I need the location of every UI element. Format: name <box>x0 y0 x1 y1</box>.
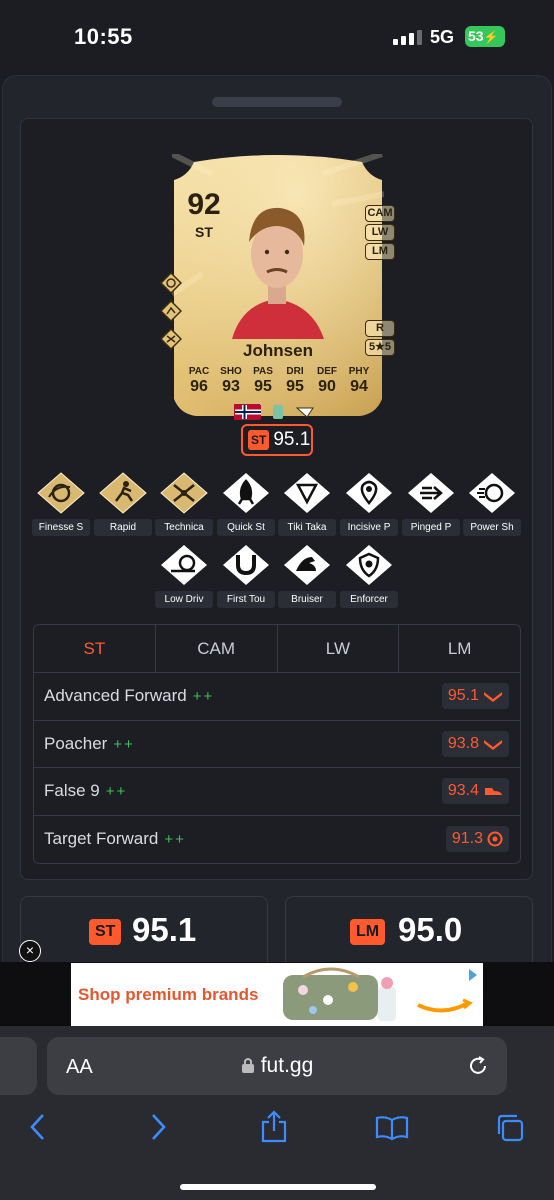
rapid-mini-icon <box>160 300 182 322</box>
role-score: 93.8 <box>441 730 509 757</box>
chevron-icon <box>484 739 502 750</box>
finesse-shot-mini-icon <box>160 272 182 294</box>
tabs-icon[interactable] <box>495 1113 525 1143</box>
home-indicator <box>180 1184 376 1190</box>
playstyle-pinged-pass[interactable]: Pinged P <box>401 471 461 536</box>
alt-position-lm: LM <box>365 243 395 260</box>
stat-pac: PAC 96 <box>188 366 210 395</box>
previous-tab-bar[interactable] <box>0 1037 37 1095</box>
technical-icon <box>160 472 208 514</box>
playstyle-first-touch[interactable]: First Tou <box>216 543 276 608</box>
share-icon[interactable] <box>260 1110 288 1144</box>
ad-image <box>283 967 477 1021</box>
target-icon <box>487 831 503 847</box>
forward-icon[interactable] <box>148 1112 168 1142</box>
chevron-icon <box>484 692 502 703</box>
network-label: 5G <box>430 27 455 47</box>
tab-st[interactable]: ST <box>34 625 156 672</box>
role-row-advanced-forward[interactable]: Advanced Forward ++ 95.1 <box>34 673 520 721</box>
role-row-poacher[interactable]: Poacher ++ 93.8 <box>34 721 520 768</box>
enforcer-icon <box>346 545 392 585</box>
playstyle-technical[interactable]: Technica <box>154 471 214 536</box>
stat-dri: DRI 95 <box>286 366 304 395</box>
battery-level: 53 <box>468 28 484 44</box>
playstyle-tiki-taka[interactable]: Tiki Taka <box>277 471 337 536</box>
bruiser-icon <box>284 545 330 585</box>
position-tabs: ST CAM LW LM <box>34 625 520 673</box>
power-shot-icon <box>469 473 515 513</box>
reload-icon[interactable] <box>467 1055 489 1077</box>
player-name: Johnsen <box>243 341 313 360</box>
tab-lw[interactable]: LW <box>278 625 400 672</box>
low-driven-shot-icon <box>161 545 207 585</box>
pinged-pass-icon <box>408 473 454 513</box>
playstyle-quick-step[interactable]: Quick St <box>216 471 276 536</box>
best-position-label: ST <box>89 919 122 945</box>
ad-text: Shop premium brands <box>78 985 259 1004</box>
first-touch-icon <box>223 545 269 585</box>
role-row-false-9[interactable]: False 9 ++ 93.4 <box>34 768 520 816</box>
card-stats: PAC 96 SHO 93 PAS 95 DRI 95 DEF 90 PHY 94 <box>184 366 374 396</box>
roles-table: ST CAM LW LM Advanced Forward ++ 95.1 Poa… <box>33 624 521 864</box>
playstyle-finesse-shot[interactable]: Finesse S <box>31 471 91 536</box>
tab-cam[interactable]: CAM <box>156 625 278 672</box>
finesse-shot-icon <box>37 472 85 514</box>
lock-icon <box>241 1058 254 1073</box>
playstyle-rapid[interactable]: Rapid <box>93 471 153 536</box>
player-card[interactable]: 92 ST CAM LW LM R 5★5 Johnsen PAC 96 SHO 9… <box>160 154 395 424</box>
back-icon[interactable] <box>28 1112 48 1142</box>
stat-def: DEF 90 <box>317 366 337 395</box>
card-position: ST <box>195 224 213 240</box>
overall-rating-tag: ST 95.1 <box>241 424 313 456</box>
best-position-value: 95.0 <box>398 911 463 948</box>
status-time: 10:55 <box>74 24 133 49</box>
playstyle-bruiser[interactable]: Bruiser <box>277 543 337 608</box>
playstyle-enforcer[interactable]: Enforcer <box>339 543 399 608</box>
preferred-foot-badge: R <box>365 320 395 337</box>
sheet-grabber[interactable] <box>212 97 342 107</box>
best-position-value: 95.1 <box>132 911 197 948</box>
playstyle-incisive-pass[interactable]: Incisive P <box>339 471 399 536</box>
url-domain: fut.gg <box>47 1054 507 1078</box>
quick-step-icon <box>223 473 269 513</box>
address-bar[interactable]: AA fut.gg <box>47 1037 507 1095</box>
role-score: 91.3 <box>445 826 509 853</box>
tiki-taka-icon <box>284 473 330 513</box>
role-score: 93.4 <box>441 778 509 805</box>
stat-sho: SHO 93 <box>220 366 242 395</box>
ad-banner[interactable]: Shop premium brands <box>71 963 483 1026</box>
card-rating: 92 <box>187 188 221 221</box>
nation-league-club-icons <box>235 405 314 419</box>
close-ad-icon[interactable]: × <box>19 940 41 962</box>
boot-icon <box>485 788 502 796</box>
tab-lm[interactable]: LM <box>399 625 520 672</box>
incisive-pass-icon <box>346 473 392 513</box>
overall-value: 95.1 <box>273 429 311 450</box>
alt-position-cam: CAM <box>365 205 395 222</box>
stat-pas: PAS 95 <box>253 366 273 395</box>
stat-phy: PHY 94 <box>348 366 370 395</box>
overall-position: ST <box>248 430 270 450</box>
best-position-label: LM <box>350 919 386 945</box>
signal-icon <box>393 29 423 45</box>
rapid-icon <box>99 472 147 514</box>
role-score: 95.1 <box>441 683 509 710</box>
playstyle-low-driven-shot[interactable]: Low Driv <box>154 543 214 608</box>
role-row-target-forward[interactable]: Target Forward ++ 91.3 <box>34 816 520 864</box>
battery-icon: 53⚡ <box>465 26 505 47</box>
playstyle-power-shot[interactable]: Power Sh <box>462 471 522 536</box>
bookmarks-icon[interactable] <box>375 1115 409 1141</box>
alt-position-lw: LW <box>365 224 395 241</box>
